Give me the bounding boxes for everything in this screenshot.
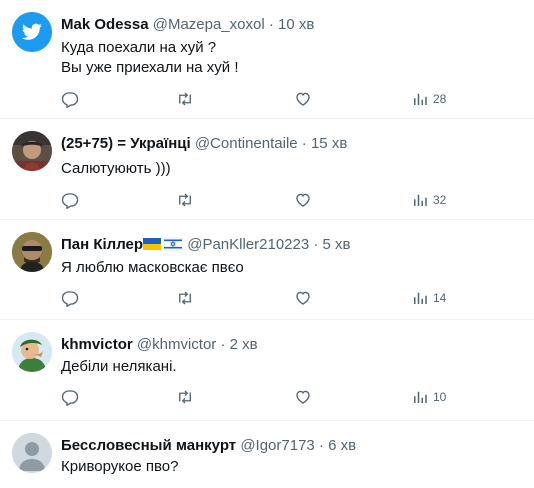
- tweet-header: (25+75) = Українці @Continentaile · 15 х…: [61, 134, 347, 153]
- photo-avatar[interactable]: [12, 232, 52, 272]
- tweet-text: Дебіли нелякані.: [61, 358, 177, 375]
- timestamp[interactable]: 2 хв: [230, 336, 258, 353]
- twitter-bird-icon: [12, 12, 52, 52]
- reply-icon: [61, 92, 79, 108]
- display-name[interactable]: Пан Кіллер: [61, 236, 143, 253]
- views-button[interactable]: 32: [411, 189, 446, 211]
- default-user-icon: [12, 433, 52, 473]
- tweet-header: Бессловесный манкурт @Igor7173 · 6 хв: [61, 436, 356, 455]
- reply-button[interactable]: [59, 386, 81, 408]
- like-button[interactable]: [292, 189, 314, 211]
- tweet-actions: 28: [56, 88, 456, 110]
- tweet-header: khmvictor @khmvictor · 2 хв: [61, 335, 258, 354]
- tweet[interactable]: Пан Кіллер @PanKller210223 · 5 хв Я любл…: [0, 220, 534, 320]
- reply-button[interactable]: [59, 88, 81, 110]
- twitter-bird-avatar[interactable]: [12, 12, 52, 52]
- views-count: 10: [433, 390, 447, 404]
- ukraine-flag-icon: [143, 237, 183, 251]
- user-handle[interactable]: @Mazepa_xoxol: [153, 16, 265, 33]
- display-name[interactable]: Бессловесный манкурт: [61, 437, 236, 454]
- tweet-actions: [56, 484, 456, 488]
- like-button[interactable]: [292, 88, 314, 110]
- photo-avatar[interactable]: [12, 131, 52, 171]
- retweet-button[interactable]: [174, 189, 196, 211]
- tweet[interactable]: Mak Odessa @Mazepa_xoxol · 10 хв Куда по…: [0, 0, 534, 119]
- tweet[interactable]: khmvictor @khmvictor · 2 хв Дебіли неляк…: [0, 320, 534, 421]
- timestamp[interactable]: 10 хв: [278, 16, 314, 33]
- views-icon: [414, 194, 427, 206]
- views-icon: [414, 391, 427, 403]
- display-name[interactable]: (25+75) = Українці: [61, 135, 191, 152]
- tweet-header: Mak Odessa @Mazepa_xoxol · 10 хв: [61, 15, 314, 34]
- tweet-text: Я люблю масковскає пвєо: [61, 259, 244, 276]
- retweet-button[interactable]: [174, 287, 196, 309]
- tweet-text: Салютуюють ))): [61, 160, 171, 177]
- views-count: 14: [433, 291, 447, 305]
- like-icon: [296, 291, 310, 305]
- cartoon-avatar[interactable]: [12, 332, 52, 372]
- like-button[interactable]: [292, 287, 314, 309]
- like-icon: [296, 92, 310, 106]
- separator: ·: [268, 16, 274, 33]
- retweet-button[interactable]: [174, 386, 196, 408]
- display-name[interactable]: khmvictor: [61, 336, 133, 353]
- person-photo-icon: [12, 131, 52, 171]
- retweet-icon: [179, 92, 191, 106]
- tweet[interactable]: Бессловесный манкурт @Igor7173 · 6 хв Кр…: [0, 421, 534, 488]
- user-handle[interactable]: @Continentaile: [195, 135, 298, 152]
- tweet-actions: 10: [56, 386, 456, 408]
- user-handle[interactable]: @PanKller210223: [187, 236, 309, 253]
- tweet-feed: Mak Odessa @Mazepa_xoxol · 10 хв Куда по…: [0, 0, 534, 488]
- user-handle[interactable]: @Igor7173: [240, 437, 314, 454]
- separator: ·: [313, 236, 319, 253]
- timestamp[interactable]: 15 хв: [311, 135, 347, 152]
- flags: [143, 237, 183, 256]
- retweet-icon: [179, 193, 191, 207]
- separator: ·: [301, 135, 307, 152]
- cartoon-character-icon: [12, 332, 52, 372]
- tweet-actions: 14: [56, 287, 456, 309]
- separator: ·: [318, 437, 324, 454]
- retweet-button[interactable]: [174, 88, 196, 110]
- like-icon: [296, 193, 310, 207]
- views-count: 32: [433, 193, 447, 207]
- views-icon: [414, 292, 427, 304]
- tweet-text: Криворукое пво?: [61, 458, 179, 475]
- views-button[interactable]: 14: [411, 287, 446, 309]
- like-icon: [296, 390, 310, 404]
- israel-flag-icon: [163, 237, 183, 251]
- tweet-actions: 32: [56, 189, 456, 211]
- tweet-text: Куда поехали на хуй ? Вы уже приехали на…: [61, 39, 239, 76]
- views-icon: [414, 93, 427, 105]
- reply-icon: [61, 193, 79, 209]
- reply-button[interactable]: [59, 484, 81, 488]
- user-handle[interactable]: @khmvictor: [137, 336, 216, 353]
- timestamp[interactable]: 5 хв: [323, 236, 351, 253]
- tweet[interactable]: (25+75) = Українці @Continentaile · 15 х…: [0, 119, 534, 220]
- display-name[interactable]: Mak Odessa: [61, 16, 149, 33]
- retweet-icon: [179, 291, 191, 305]
- reply-button[interactable]: [59, 287, 81, 309]
- reply-button[interactable]: [59, 189, 81, 211]
- default-avatar[interactable]: [12, 433, 52, 473]
- tweet-header: Пан Кіллер @PanKller210223 · 5 хв: [61, 235, 351, 256]
- retweet-icon: [179, 390, 191, 404]
- like-button[interactable]: [292, 386, 314, 408]
- views-button[interactable]: 10: [411, 386, 446, 408]
- reply-icon: [61, 390, 79, 406]
- timestamp[interactable]: 6 хв: [328, 437, 356, 454]
- separator: ·: [220, 336, 226, 353]
- reply-icon: [61, 291, 79, 307]
- views-count: 28: [433, 92, 447, 106]
- views-button[interactable]: 28: [411, 88, 446, 110]
- person-photo-icon: [12, 232, 52, 272]
